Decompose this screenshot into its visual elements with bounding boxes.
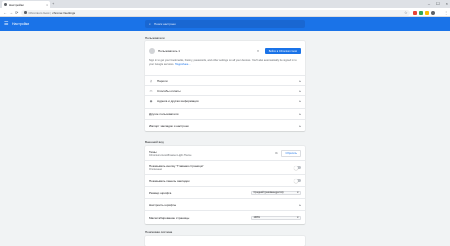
chevron-right-icon: ▸: [299, 123, 301, 128]
page-title: Настройки: [12, 22, 30, 26]
appearance-card: Темы Chromium-Gost-Browser-Light-Theme ⧉…: [145, 146, 305, 224]
themes-label: Темы Chromium-Gost-Browser-Light-Theme: [149, 150, 275, 157]
browser-menu-icon[interactable]: ⋮: [444, 10, 448, 15]
search-placeholder: Поиск настроек: [153, 22, 176, 26]
close-window-icon[interactable]: ×: [446, 1, 448, 6]
people-item-passwords[interactable]: ⚷ Пароли ▸: [145, 75, 305, 85]
theme-name: Chromium-Gost-Browser-Light-Theme: [149, 153, 192, 157]
description-text: Sign in to get your bookmarks, history, …: [149, 59, 297, 66]
learn-more-link[interactable]: Подробнее...: [175, 63, 191, 66]
chevron-right-icon: ▸: [299, 112, 301, 116]
pin-icon: ◉: [149, 98, 153, 103]
customize-fonts-label: Настроить шрифты: [149, 202, 177, 207]
profile-row: Пользователь 1 ▾ Войти в Chromium Gost: [145, 41, 305, 61]
settings-header: ☰ Настройки ⌕ Поиск настроек: [0, 17, 450, 31]
profile-name: Пользователь 1: [158, 49, 180, 53]
sign-in-description: Sign in to get your bookmarks, history, …: [149, 59, 299, 66]
bookmarks-bar-toggle[interactable]: [293, 178, 301, 183]
page-zoom-value: 100%: [253, 216, 260, 219]
section-title-search-engine: Поисковая система: [145, 230, 173, 234]
passwords-label: Пароли: [157, 78, 168, 83]
search-engine-card: [145, 236, 305, 246]
other-users-row[interactable]: Другие пользователи ▸: [145, 108, 305, 119]
menu-icon[interactable]: ☰: [4, 21, 8, 27]
url-site-name: Chromium Gost: [28, 10, 50, 15]
open-external-icon[interactable]: ⧉: [275, 151, 277, 155]
chevron-down-icon: ▾: [297, 191, 299, 194]
font-size-value: Средний (рекомендуется): [253, 191, 284, 194]
chevron-right-icon: ▸: [299, 202, 301, 207]
font-size-row: Размер шрифта Средний (рекомендуется) ▾: [145, 186, 305, 198]
tab-settings[interactable]: Настройки ×: [2, 1, 50, 8]
window-controls: – ☐ ×: [428, 1, 448, 6]
import-label: Импорт закладок и настроек: [149, 123, 189, 128]
font-size-label: Размер шрифта: [149, 190, 172, 195]
people-item-addresses[interactable]: ◉ Адреса и другая информация ▸: [145, 95, 305, 105]
sync-sign-in-button[interactable]: Войти в Chromium Gost: [264, 48, 301, 54]
card-icon: ▭: [149, 88, 153, 93]
site-info-icon[interactable]: [24, 11, 27, 14]
search-icon: ⌕: [149, 22, 151, 26]
chevron-right-icon: ▸: [299, 78, 301, 83]
payment-label: Способы оплаты: [157, 88, 181, 93]
settings-gear-icon: [4, 3, 7, 6]
url-path: chrome://settings: [52, 10, 76, 15]
page-zoom-label: Масштабирование страницы: [149, 215, 190, 220]
people-item-payment[interactable]: ▭ Способы оплаты ▸: [145, 85, 305, 95]
themes-row[interactable]: Темы Chromium-Gost-Browser-Light-Theme ⧉…: [145, 146, 305, 160]
home-button-row[interactable]: Показывать кнопку "Главная страница" Отк…: [145, 160, 305, 174]
bookmarks-bar-row[interactable]: Показывать панель закладок: [145, 174, 305, 186]
import-row[interactable]: Импорт закладок и настроек ▸: [145, 119, 305, 131]
reset-theme-button[interactable]: Сбросить: [281, 149, 301, 157]
home-button-toggle[interactable]: [293, 165, 301, 170]
section-title-appearance: Внешний вид: [145, 140, 164, 144]
forward-icon[interactable]: →: [9, 10, 13, 15]
new-tab-icon[interactable]: +: [52, 2, 54, 6]
maximize-icon[interactable]: ☐: [436, 1, 440, 6]
themes-title: Темы: [149, 149, 157, 154]
customize-fonts-row[interactable]: Настроить шрифты ▸: [145, 198, 305, 210]
extension-icon[interactable]: [419, 10, 423, 15]
chevron-right-icon: ▸: [299, 98, 301, 103]
url-separator: |: [50, 10, 52, 15]
chevron-down-icon: ▾: [297, 216, 299, 219]
home-button-status: Отключено: [149, 168, 162, 171]
edit-icon[interactable]: ▾: [257, 49, 259, 53]
page-zoom-row: Масштабирование страницы 100% ▾: [145, 210, 305, 224]
page-zoom-select[interactable]: 100% ▾: [251, 215, 301, 220]
people-card: Пользователь 1 ▾ Войти в Chromium Gost S…: [145, 41, 305, 131]
extension-icon[interactable]: [413, 10, 417, 15]
section-title-people: Пользователи: [145, 36, 165, 40]
bookmark-star-icon[interactable]: ☆: [404, 10, 408, 15]
bookmarks-bar-label: Показывать панель закладок: [149, 178, 190, 183]
tab-close-icon[interactable]: ×: [46, 3, 48, 7]
reload-icon[interactable]: ⟳: [15, 10, 18, 15]
tab-strip: Настройки × + – ☐ ×: [0, 0, 450, 8]
minimize-icon[interactable]: –: [428, 1, 430, 6]
browser-window: Настройки × + – ☐ × ← → ⟳ Chromium Gost …: [0, 0, 450, 246]
browser-toolbar: ← → ⟳ Chromium Gost | chrome://settings …: [0, 8, 450, 17]
search-settings-input[interactable]: ⌕ Поиск настроек: [145, 20, 305, 28]
key-icon: ⚷: [149, 78, 153, 83]
avatar: [149, 48, 155, 54]
home-button-label: Показывать кнопку "Главная страница" Отк…: [149, 164, 294, 171]
extension-icon[interactable]: [425, 10, 429, 15]
addresses-label: Адреса и другая информация: [157, 98, 199, 103]
address-bar[interactable]: Chromium Gost | chrome://settings: [21, 9, 410, 16]
back-icon[interactable]: ←: [3, 10, 7, 15]
chevron-right-icon: ▸: [299, 88, 301, 93]
other-users-label: Другие пользователи: [149, 112, 179, 116]
profile-icon[interactable]: [431, 10, 435, 15]
font-size-select[interactable]: Средний (рекомендуется) ▾: [251, 190, 301, 195]
tab-title: Настройки: [9, 2, 24, 7]
